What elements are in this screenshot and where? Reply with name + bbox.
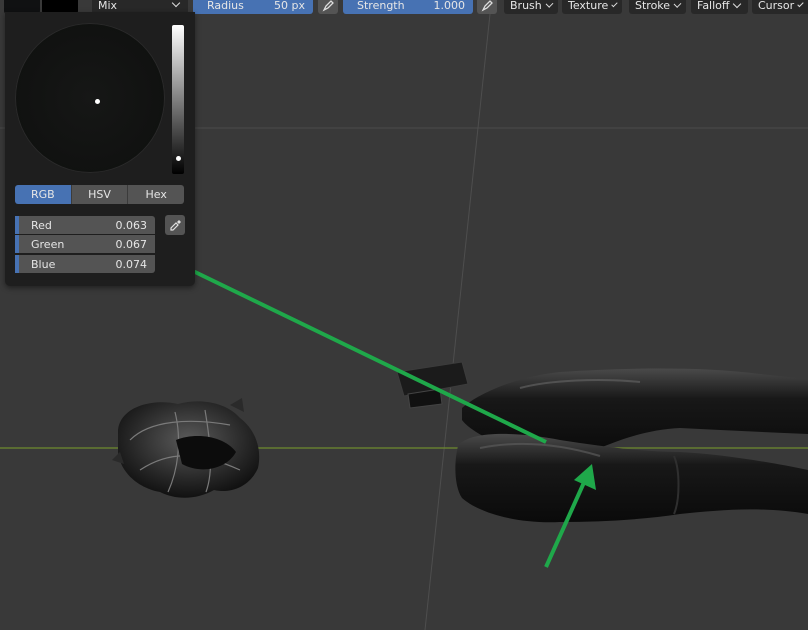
chevron-down-icon (673, 0, 682, 8)
brush-menu-label: Brush (510, 0, 542, 12)
chevron-down-icon (797, 0, 804, 7)
blue-label: Blue (31, 257, 56, 271)
texture-menu-label: Texture (568, 0, 609, 12)
strength-slider[interactable]: Strength 1.000 (343, 0, 473, 14)
strength-label: Strength (357, 0, 405, 12)
color-wheel-cursor[interactable] (95, 99, 100, 104)
radius-value: 50 px (274, 0, 305, 12)
chevron-down-icon (611, 0, 618, 7)
red-field[interactable]: Red 0.063 (15, 216, 155, 234)
cursor-menu[interactable]: Cursor (752, 0, 808, 14)
pen-pressure-icon (322, 0, 334, 11)
green-value: 0.067 (115, 237, 148, 251)
blend-mode-label: Mix (98, 0, 118, 12)
pen-pressure-icon (481, 0, 493, 11)
blue-value: 0.074 (115, 257, 148, 271)
value-slider[interactable] (172, 25, 184, 174)
green-label: Green (31, 237, 65, 251)
cursor-menu-label: Cursor (758, 0, 795, 12)
falloff-menu[interactable]: Falloff (691, 0, 748, 14)
tab-rgb[interactable]: RGB (15, 185, 72, 204)
eyedropper-button[interactable] (165, 215, 185, 235)
eyedropper-icon (169, 219, 181, 231)
chevron-down-icon (545, 0, 554, 8)
stroke-menu[interactable]: Stroke (629, 0, 686, 14)
radius-pressure-button[interactable] (318, 0, 338, 14)
red-label: Red (31, 218, 52, 232)
radius-label: Radius (207, 0, 244, 12)
color-wheel[interactable] (15, 23, 165, 173)
blue-field[interactable]: Blue 0.074 (15, 255, 155, 273)
texture-menu[interactable]: Texture (562, 0, 622, 14)
color-mode-tabs: RGB HSV Hex (15, 185, 185, 204)
chevron-down-icon (171, 0, 181, 8)
strength-pressure-button[interactable] (477, 0, 497, 14)
green-field[interactable]: Green 0.067 (15, 235, 155, 253)
value-slider-cursor[interactable] (176, 155, 181, 161)
chevron-down-icon (733, 0, 742, 8)
radius-slider[interactable]: Radius 50 px (193, 0, 313, 14)
tab-hex[interactable]: Hex (128, 185, 185, 204)
color-picker-popup: RGB HSV Hex Red 0.063 Green 0.067 Blue 0… (5, 12, 195, 286)
strength-value: 1.000 (433, 0, 466, 12)
tab-hsv[interactable]: HSV (71, 185, 129, 204)
stroke-menu-label: Stroke (635, 0, 671, 12)
brush-menu[interactable]: Brush (504, 0, 558, 14)
red-value: 0.063 (115, 218, 148, 232)
falloff-menu-label: Falloff (697, 0, 730, 12)
